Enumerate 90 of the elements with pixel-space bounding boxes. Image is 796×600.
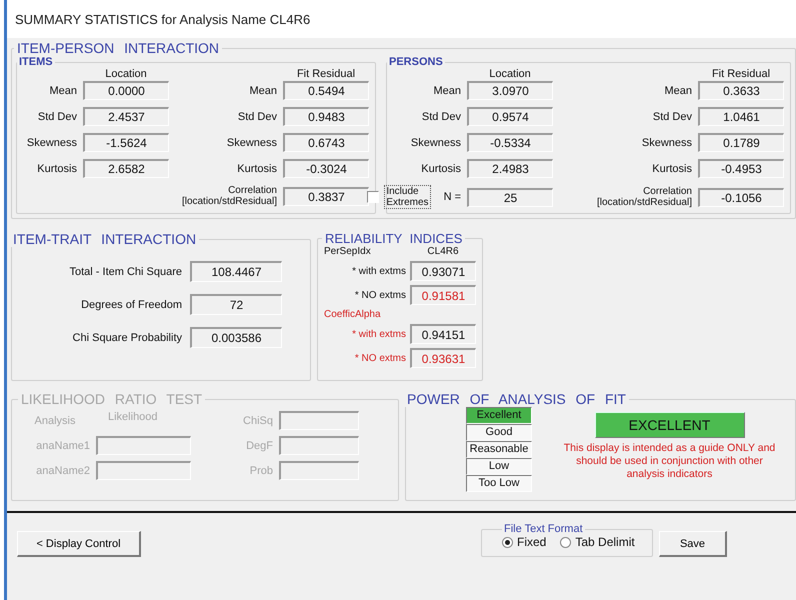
stat-label: Total - Item Chi Square: [68, 266, 182, 278]
value-field: 0.3837: [283, 186, 369, 206]
stat-label: Degrees of Freedom: [80, 298, 182, 310]
column-header: CL4R6: [426, 246, 460, 257]
n-label: N =: [444, 191, 461, 203]
value-field: 108.4467: [190, 261, 282, 282]
value-field: 0.9483: [283, 107, 369, 126]
column-header: Location: [104, 68, 148, 80]
value-field: 0.6743: [283, 133, 369, 152]
rating-level: Excellent: [466, 407, 532, 424]
value-field: 72: [190, 294, 282, 315]
stat-label: Skewness: [226, 136, 277, 148]
save-button[interactable]: Save: [659, 531, 727, 557]
column-header: Analysis: [34, 414, 76, 426]
radio-button[interactable]: [502, 536, 513, 548]
stat-label: Std Dev: [652, 110, 692, 122]
stat-label: Kurtosis: [236, 162, 277, 174]
rating-level: Too Low: [466, 475, 532, 492]
value-field: 0.3633: [698, 81, 784, 100]
guidance-note: This display is intended as a guide ONLY and should be used in conjunction with other analysis indicators: [562, 442, 776, 481]
rating-level: Reasonable: [466, 441, 532, 458]
stat-label: Chi Square Probability: [72, 332, 182, 344]
row-label: anaName1: [35, 440, 90, 452]
stat-label: Std Dev: [420, 110, 461, 122]
stat-label: Std Dev: [236, 110, 277, 122]
section-title: ITEM-TRAIT INTERACTION: [12, 231, 198, 247]
stat-label: Mean: [248, 84, 277, 96]
column-header: Fit Residual: [710, 68, 772, 80]
radio-button[interactable]: [560, 536, 572, 548]
display-control-button[interactable]: < Display Control: [17, 531, 141, 557]
stat-label: * NO extms: [354, 290, 406, 300]
stat-label: * with extms: [351, 266, 406, 276]
column-header: Likelihood: [107, 411, 159, 423]
section-title: PERSONS: [388, 56, 444, 68]
value-field: 1.0461: [698, 107, 784, 126]
value-field: 0.94151: [410, 324, 476, 344]
stat-label: Mean: [432, 84, 461, 96]
checkbox[interactable]: [367, 191, 380, 203]
stat-label: * with extms: [351, 328, 406, 340]
stat-label: DegF: [245, 440, 273, 452]
section-title: ITEM-PERSON INTERACTION: [16, 40, 220, 56]
checkbox-label: Include Extremes: [384, 185, 431, 209]
section-title: RELIABILITY INDICES: [324, 231, 464, 246]
section-title: File Text Format: [503, 523, 584, 535]
result-indicator: EXCELLENT: [594, 412, 744, 438]
stat-label: Kurtosis: [420, 162, 461, 174]
value-field: 2.4537: [83, 107, 169, 126]
value-field: -0.1056: [698, 188, 784, 206]
stat-label: Prob: [248, 464, 273, 476]
stat-label: ChiSq: [242, 414, 273, 426]
rating-level: Low: [466, 458, 532, 475]
column-header: Fit Residual: [296, 68, 356, 80]
value-field: 0.9574: [467, 107, 553, 126]
row-label: anaName2: [35, 464, 90, 476]
column-header: Location: [488, 68, 532, 80]
value-field: 2.6582: [83, 159, 169, 178]
value-field: 0.1789: [698, 133, 784, 152]
window-title: SUMMARY STATISTICS for Analysis Name CL4R6: [15, 12, 310, 26]
stat-label: Skewness: [640, 136, 692, 148]
value-field: 0.91581: [410, 285, 476, 305]
value-field: 0.5494: [283, 81, 369, 100]
value-field: -1.5624: [83, 133, 169, 152]
value-field: -0.3024: [283, 159, 369, 178]
value-field: 2.4983: [467, 159, 553, 178]
value-field: 0.93631: [410, 348, 476, 368]
stat-label: Skewness: [26, 136, 77, 148]
stat-label: Std Dev: [36, 110, 77, 122]
stat-label: Mean: [48, 84, 77, 96]
section-title: LIKELIHOOD RATIO TEST: [20, 391, 204, 407]
value-field: 0.93071: [410, 261, 476, 281]
stat-label: Kurtosis: [651, 162, 692, 174]
stat-label: Mean: [663, 84, 692, 96]
index-label: CoefficAlpha: [324, 309, 382, 320]
radio-label: Fixed: [517, 535, 546, 549]
stat-label: Correlation [location/stdResidual]: [596, 186, 692, 208]
stat-label: * NO extms: [354, 352, 406, 364]
stat-label: Correlation [location/stdResidual]: [180, 185, 277, 207]
section-title: POWER OF ANALYSIS OF FIT: [406, 391, 627, 407]
section-title: ITEMS: [18, 56, 54, 68]
value-field: 25: [467, 188, 553, 206]
value-field: 3.0970: [467, 81, 553, 100]
stat-label: Skewness: [410, 136, 461, 148]
stat-label: Kurtosis: [36, 162, 77, 174]
radio-label: Tab Delimit: [575, 535, 635, 549]
value-field: -0.5334: [467, 133, 553, 152]
rating-level: Good: [466, 424, 532, 441]
value-field: -0.4953: [698, 159, 784, 178]
value-field: 0.003586: [190, 327, 282, 348]
value-field: 0.0000: [83, 81, 169, 100]
index-label: PerSepIdx: [324, 246, 372, 257]
